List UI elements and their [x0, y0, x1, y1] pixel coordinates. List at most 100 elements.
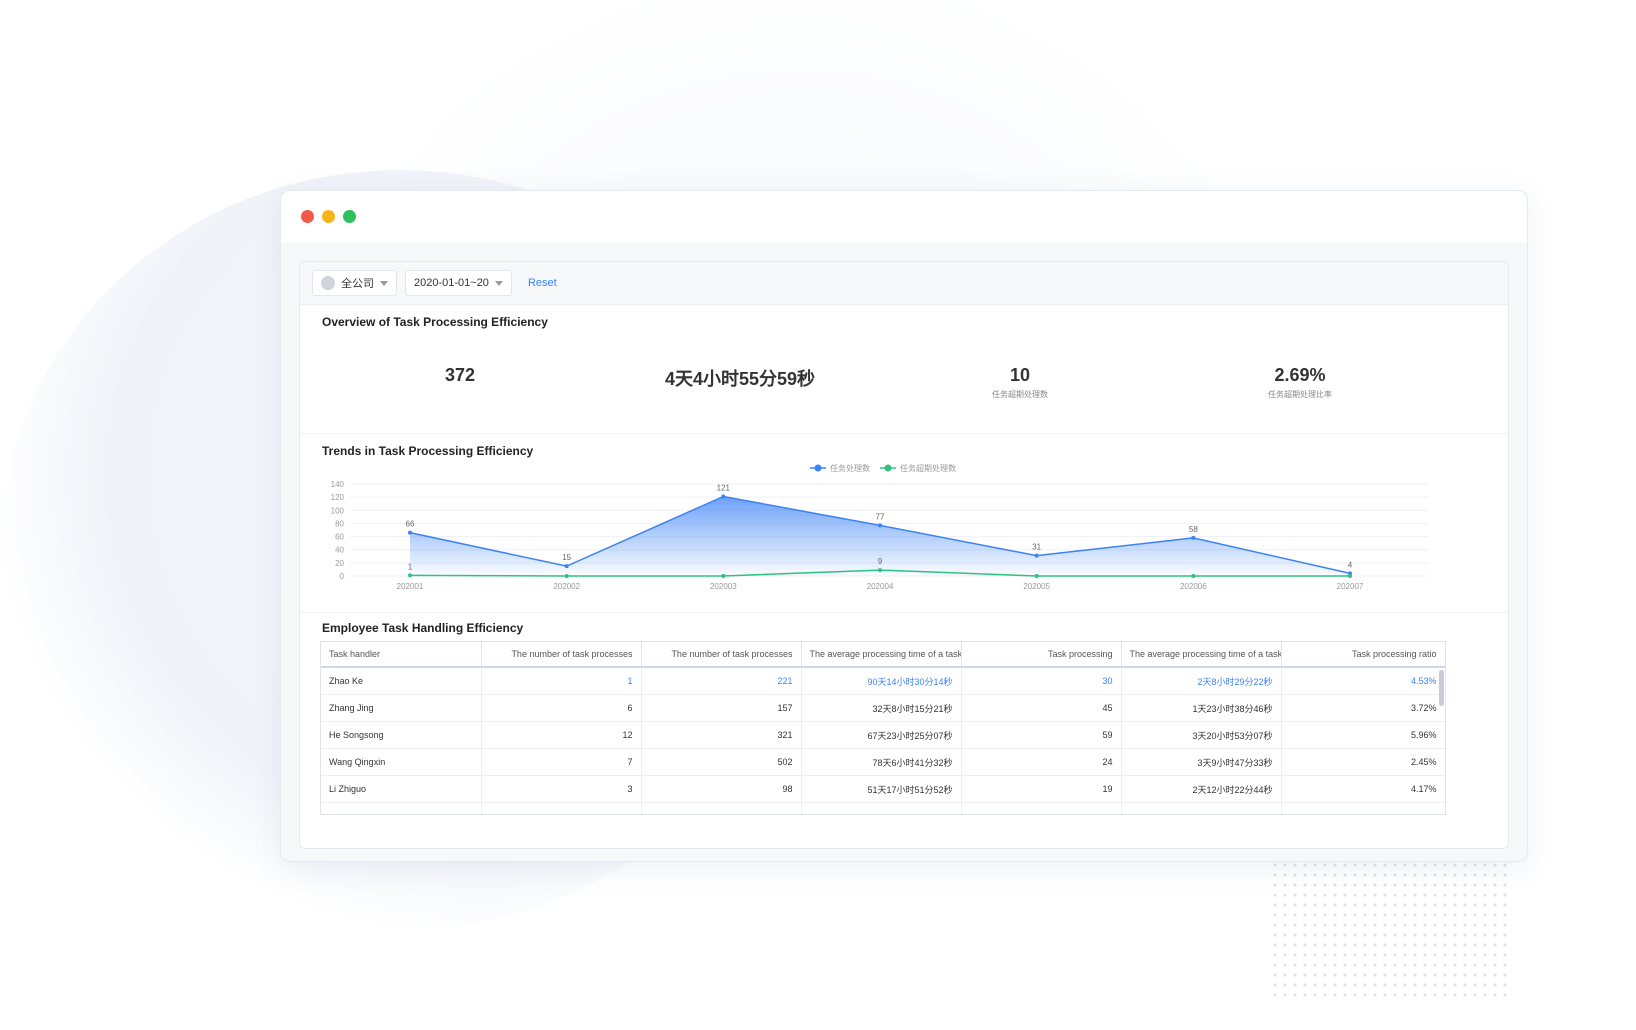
- kpi-value: 372: [444, 365, 476, 385]
- legend-label: 任务超期处理数: [900, 463, 956, 473]
- legend-marker: [814, 464, 822, 472]
- x-tick-label: 202001: [397, 582, 424, 591]
- trend-title: Trends in Task Processing Efficiency: [322, 444, 534, 458]
- table-cell[interactable]: 4.53%: [1281, 667, 1445, 695]
- table-row[interactable]: He Songsong 12 321 67天23小时25分07秒 59 3天20小时53分…: [321, 721, 1445, 749]
- table-row[interactable]: Zhang Jing 6 157 32天8小时15分21秒 45 1天23小时38分46秒…: [321, 694, 1445, 722]
- y-tick-label: 0: [340, 572, 345, 581]
- handler-name-cell: Zhang Jing: [321, 694, 482, 722]
- table-cell: [801, 802, 962, 814]
- column-header[interactable]: Task handler: [321, 642, 482, 668]
- table-cell[interactable]: 90天14小时30分14秒: [801, 667, 962, 695]
- table-cell: [1281, 802, 1445, 814]
- data-point: [408, 530, 412, 535]
- data-label: 15: [562, 553, 571, 562]
- chevron-down-icon: [380, 280, 388, 286]
- column-header[interactable]: Task processing ratio: [1281, 642, 1445, 668]
- filter-bar: 全公司 2020-01-01~20 Reset: [300, 262, 1508, 305]
- table-cell: 59: [961, 721, 1122, 749]
- table-cell: [961, 802, 1122, 814]
- data-label: 77: [876, 512, 885, 521]
- column-header[interactable]: The average processing time of a task: [801, 642, 962, 668]
- minimize-window-button[interactable]: [322, 210, 335, 223]
- table-cell[interactable]: 30: [961, 667, 1122, 695]
- employee-title: Employee Task Handling Efficiency: [322, 621, 524, 635]
- table-row: [321, 802, 1445, 814]
- table-row[interactable]: Wang Qingxin 7 502 78天6小时41分32秒 24 3天9小时47分33…: [321, 748, 1445, 776]
- close-window-button[interactable]: [301, 210, 314, 223]
- data-label: 4: [1348, 560, 1353, 569]
- overview-section: Overview of Task Processing Efficiency 3…: [300, 305, 1508, 434]
- x-tick-label: 202003: [710, 582, 737, 591]
- table-cell: [321, 802, 482, 814]
- table-scrollbar[interactable]: [1439, 670, 1444, 706]
- table-cell: 78天6小时41分32秒: [801, 748, 962, 776]
- table-cell: 45: [961, 694, 1122, 722]
- data-point: [878, 523, 882, 528]
- table-cell: 7: [481, 748, 642, 776]
- handler-name-cell: Wang Qingxin: [321, 748, 482, 776]
- data-point: [1191, 574, 1196, 578]
- date-range-value: 2020-01-01~20: [414, 277, 489, 289]
- kpi-label: 任务超期处理数: [992, 390, 1048, 399]
- chevron-down-icon: [494, 280, 503, 286]
- data-point: [721, 574, 726, 578]
- table-cell: 24: [961, 748, 1122, 776]
- data-point: [721, 494, 726, 499]
- column-header[interactable]: The number of task processes: [481, 642, 642, 668]
- table-cell: 3天9小时47分33秒: [1121, 748, 1282, 776]
- data-point: [408, 573, 412, 578]
- y-tick-label: 120: [331, 493, 345, 502]
- kpi-value: 10: [1009, 365, 1031, 385]
- y-tick-label: 20: [335, 559, 344, 568]
- kpi-total-tasks: 372: [425, 365, 495, 389]
- data-point: [1034, 553, 1039, 558]
- data-point: [564, 564, 569, 569]
- table-cell: 6: [481, 694, 642, 722]
- table-cell: [1121, 802, 1282, 814]
- employee-table: Task handler The number of task processe…: [320, 641, 1446, 815]
- table-cell: 321: [641, 721, 802, 749]
- data-point: [1191, 535, 1196, 540]
- kpi-average-time: 4天4小时55分59秒: [640, 365, 840, 394]
- legend-marker: [884, 464, 892, 472]
- handler-name-cell: Zhao Ke: [321, 667, 482, 695]
- data-label: 9: [878, 557, 883, 566]
- kpi-label: 任务超期处理比率: [1268, 390, 1332, 399]
- reset-button[interactable]: Reset: [528, 277, 557, 289]
- column-header[interactable]: Task processing: [961, 642, 1122, 668]
- table-cell: 3天20小时53分07秒: [1121, 721, 1282, 749]
- data-point: [1034, 574, 1039, 578]
- window-content: 全公司 2020-01-01~20 Reset Overview of Task…: [281, 243, 1527, 861]
- y-tick-label: 80: [335, 519, 344, 528]
- x-tick-label: 202002: [553, 582, 580, 591]
- kpi-overdue-ratio: 2.69% 任务超期处理比率: [1255, 365, 1345, 400]
- kpi-value: 4天4小时55分59秒: [664, 369, 816, 389]
- table-cell[interactable]: 1: [481, 667, 642, 695]
- data-label: 66: [406, 520, 415, 529]
- table-cell[interactable]: 221: [641, 667, 802, 695]
- data-point: [564, 574, 569, 578]
- table-cell: 1天23小时38分46秒: [1121, 694, 1282, 722]
- user-icon: [321, 276, 335, 290]
- column-header[interactable]: The average processing time of a task: [1121, 642, 1282, 668]
- table-cell: 32天8小时15分21秒: [801, 694, 962, 722]
- table-cell: [641, 802, 802, 814]
- column-header[interactable]: The number of task processes: [641, 642, 802, 668]
- table-cell: 2天12小时22分44秒: [1121, 775, 1282, 803]
- company-select[interactable]: 全公司: [312, 270, 397, 296]
- legend-label: 任务处理数: [830, 463, 870, 473]
- y-tick-label: 140: [331, 480, 345, 489]
- y-tick-label: 60: [335, 533, 344, 542]
- maximize-window-button[interactable]: [343, 210, 356, 223]
- table-cell[interactable]: 2天8小时29分22秒: [1121, 667, 1282, 695]
- x-tick-label: 202006: [1180, 582, 1207, 591]
- table-cell: 3: [481, 775, 642, 803]
- dashboard-panel: 全公司 2020-01-01~20 Reset Overview of Task…: [299, 261, 1509, 849]
- handler-name-cell: He Songsong: [321, 721, 482, 749]
- date-range-select[interactable]: 2020-01-01~20: [405, 270, 512, 296]
- table-row[interactable]: Li Zhiguo 3 98 51天17小时51分52秒 19 2天12小时22分44秒 4…: [321, 775, 1445, 803]
- table-header-row: Task handler The number of task processe…: [321, 642, 1445, 668]
- table-row[interactable]: Zhao Ke 1 221 90天14小时30分14秒 30 2天8小时29分22秒 4.5…: [321, 667, 1445, 695]
- dot-pattern: [1270, 860, 1510, 1000]
